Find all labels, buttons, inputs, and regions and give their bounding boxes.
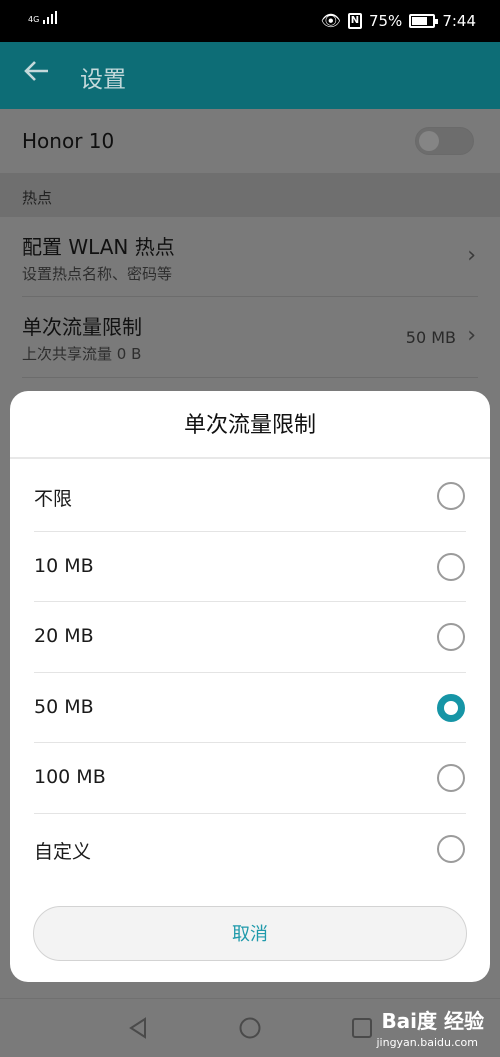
- device-name: Honor 10: [22, 129, 115, 153]
- option-label: 100 MB: [34, 766, 106, 788]
- divider: [22, 377, 478, 378]
- data-limit-row[interactable]: 单次流量限制 上次共享流量 0 B 50 MB ›: [0, 297, 500, 377]
- status-icons: 👁 N 75% 7:44: [321, 11, 476, 30]
- section-header-label: 热点: [22, 189, 53, 207]
- network-type: 4G: [28, 15, 40, 24]
- nfc-icon: N: [347, 12, 362, 29]
- dialog-title: 单次流量限制: [10, 391, 490, 459]
- eye-icon: 👁: [320, 11, 341, 30]
- radio-button[interactable]: [437, 553, 465, 581]
- section-header: 热点: [0, 173, 500, 217]
- radio-button[interactable]: [437, 482, 465, 510]
- option-label: 不限: [34, 488, 73, 510]
- radio-button[interactable]: [437, 835, 465, 863]
- status-bar: 4G 👁 N 75% 7:44: [0, 0, 500, 42]
- option-label: 20 MB: [34, 625, 94, 647]
- option-unlimited[interactable]: 不限: [10, 461, 490, 531]
- radio-button[interactable]: [437, 694, 465, 722]
- data-limit-dialog: 单次流量限制 不限 10 MB 20 MB 50 MB 100 MB 自定义 取…: [10, 391, 490, 982]
- clock: 7:44: [442, 11, 476, 30]
- row-subtitle: 设置热点名称、密码等: [22, 265, 173, 283]
- app-bar: 设置: [0, 42, 500, 109]
- nav-home-icon[interactable]: [238, 1016, 262, 1040]
- option-label: 50 MB: [34, 696, 94, 718]
- option-custom[interactable]: 自定义: [10, 814, 490, 884]
- option-50mb[interactable]: 50 MB: [10, 673, 490, 743]
- configure-hotspot-row[interactable]: 配置 WLAN 热点 设置热点名称、密码等 ›: [0, 217, 500, 297]
- chevron-right-icon: ›: [467, 323, 476, 348]
- row-title: 单次流量限制: [22, 315, 142, 339]
- signal-bars-icon: [43, 11, 58, 24]
- baidu-jingyan-watermark: Bai度 经验: [381, 1009, 484, 1033]
- nav-recents-icon[interactable]: [350, 1016, 374, 1040]
- battery-icon: [409, 13, 439, 28]
- option-20mb[interactable]: 20 MB: [10, 602, 490, 672]
- battery-percent: 75%: [368, 11, 403, 30]
- option-label: 自定义: [34, 841, 92, 863]
- cancel-button[interactable]: 取消: [33, 906, 467, 961]
- row-value: 50 MB: [405, 328, 456, 347]
- watermark-url: jingyan.baidu.com: [376, 1036, 478, 1049]
- option-label: 10 MB: [34, 555, 94, 577]
- arrow-left-icon[interactable]: [22, 56, 52, 93]
- option-10mb[interactable]: 10 MB: [10, 532, 490, 602]
- nav-back-icon[interactable]: [126, 1016, 150, 1040]
- chevron-right-icon: ›: [467, 243, 476, 268]
- row-title: 配置 WLAN 热点: [22, 235, 175, 259]
- device-row: Honor 10: [0, 109, 500, 173]
- option-100mb[interactable]: 100 MB: [10, 743, 490, 813]
- row-subtitle: 上次共享流量 0 B: [22, 345, 142, 363]
- hotspot-toggle[interactable]: [415, 127, 474, 155]
- page-title: 设置: [80, 67, 126, 93]
- radio-button[interactable]: [437, 623, 465, 651]
- signal-indicator: 4G: [28, 11, 58, 24]
- radio-button[interactable]: [437, 764, 465, 792]
